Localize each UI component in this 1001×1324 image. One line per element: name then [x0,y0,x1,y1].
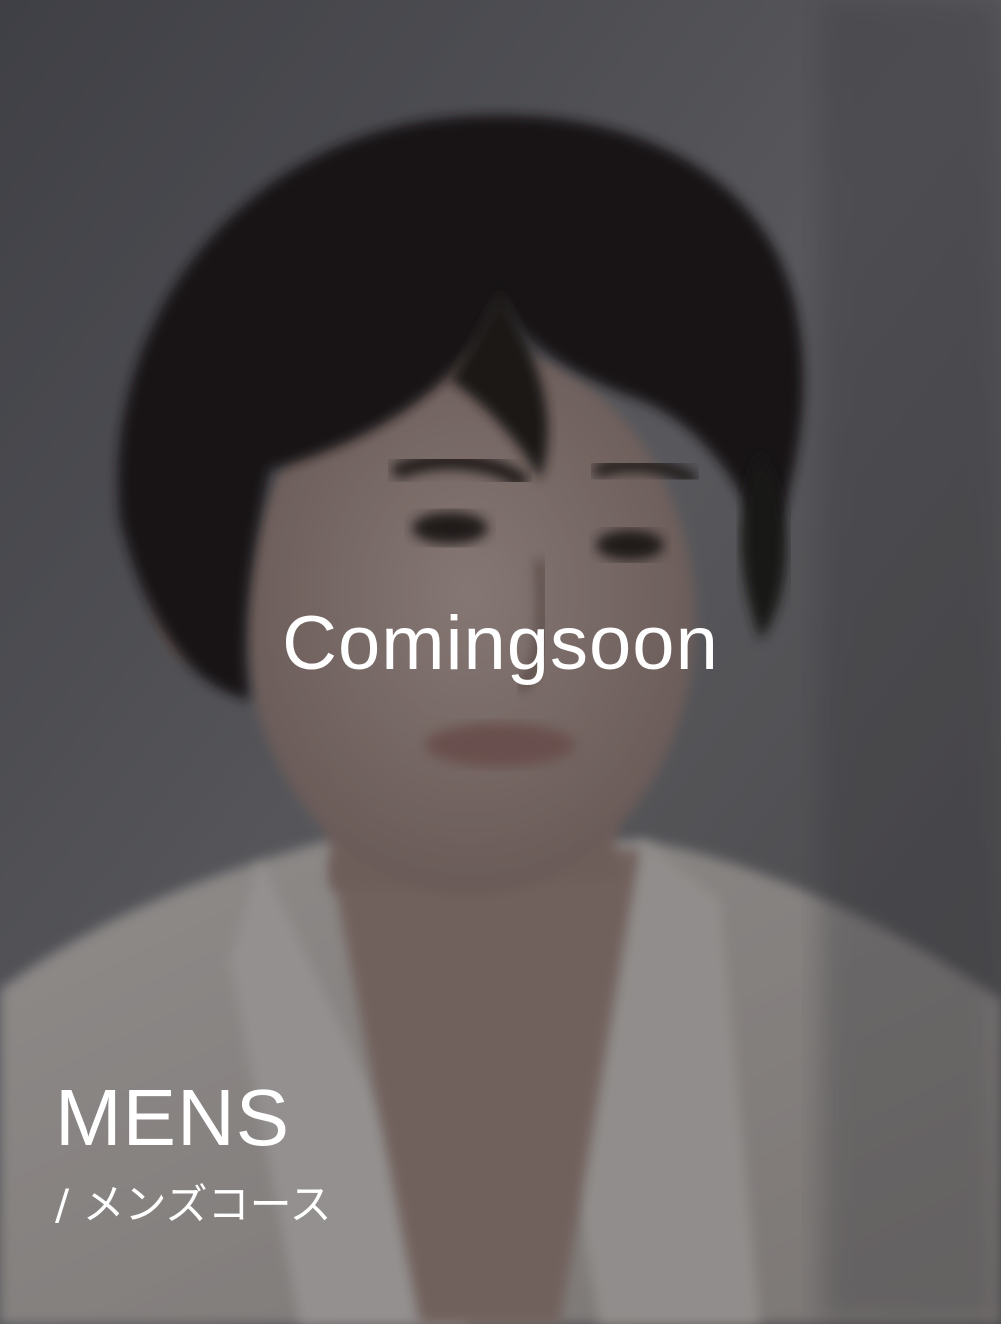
course-title: MENS [55,1073,291,1162]
course-subtitle: / メンズコース [55,1180,332,1229]
card-caption: MENS / メンズコース [55,1078,332,1226]
coming-soon-label: Comingsoon [282,601,719,686]
course-card-mens[interactable]: Comingsoon MENS / メンズコース [0,0,1001,1324]
